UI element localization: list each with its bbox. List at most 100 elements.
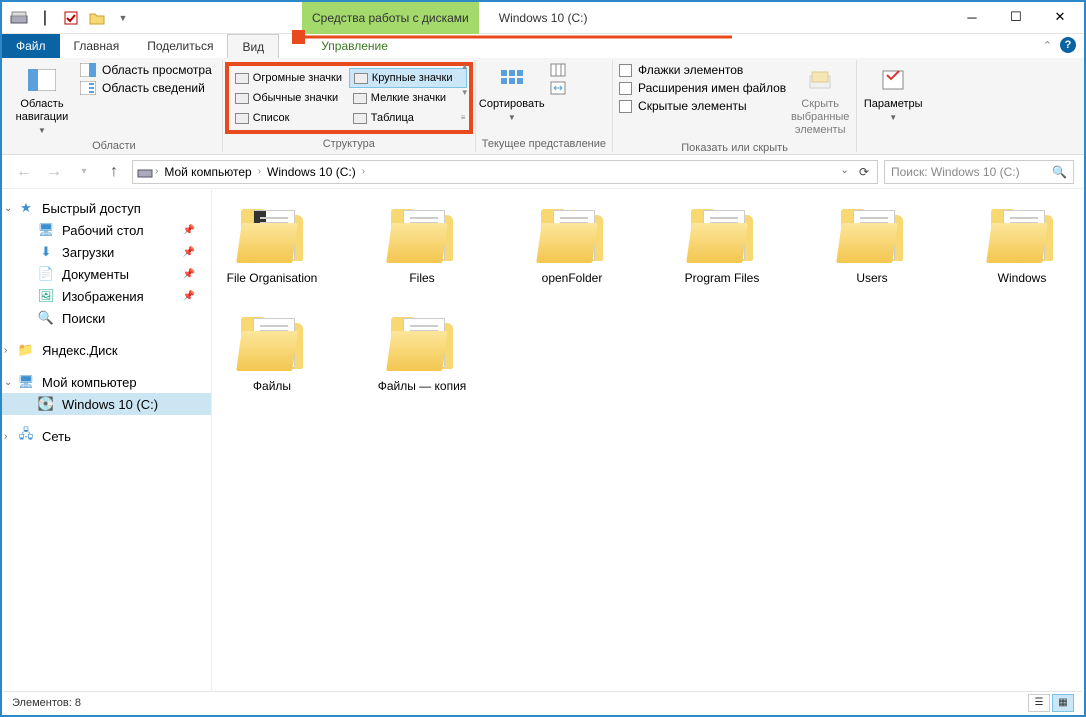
crumb-drive[interactable]: Windows 10 (C:) [263,165,360,179]
details-pane-label: Область сведений [102,81,205,95]
tab-home[interactable]: Главная [60,34,134,58]
layout-scroll-arrows[interactable]: ▲▼≡ [461,62,473,122]
nav-up-button[interactable]: ↑ [102,160,126,184]
folder-item[interactable]: Файлы [222,315,322,393]
search-input[interactable]: Поиск: Windows 10 (C:) 🔍 [884,160,1074,184]
folder-item[interactable]: Program Files [672,207,772,285]
nav-back-button[interactable]: ← [12,160,36,184]
ribbon-group-options-label [863,136,923,152]
refresh-icon[interactable]: ⟳ [855,165,873,179]
preview-pane-icon [80,63,96,77]
expand-icon[interactable]: ⌄ [4,203,12,214]
sidebar-documents[interactable]: 📄Документы📌 [2,263,211,285]
layout-normal-icons[interactable]: Обычные значки [231,88,349,108]
layout-small-icons[interactable]: Мелкие значки [349,88,467,108]
folder-item[interactable]: openFolder [522,207,622,285]
ribbon-group-panes: Область навигации ▼ Область просмотра Об… [6,60,223,152]
checkmark-icon[interactable] [60,7,82,29]
layout-huge-icons[interactable]: Огромные значки [231,68,349,88]
add-columns-button[interactable] [546,62,570,78]
chevron-right-icon[interactable]: › [258,166,261,177]
ribbon-tabs: Файл Главная Поделиться Вид Управление ⌃… [2,34,1084,58]
window-controls: ─ ☐ ✕ [950,2,1082,32]
folder-item[interactable]: File Organisation [222,207,322,285]
chevron-right-icon[interactable]: › [362,166,365,177]
nav-history-button[interactable]: ▾ [72,160,96,184]
search-icon: 🔍 [1052,165,1067,179]
folder-small-icon[interactable] [86,7,108,29]
ribbon-group-current-view-label: Текущее представление [482,136,606,152]
navigation-pane-button[interactable]: Область навигации ▼ [12,62,72,138]
folder-item[interactable]: Files [372,207,472,285]
small-icons-icon [353,93,367,104]
sidebar-desktop[interactable]: 🖥Рабочий стол📌 [2,219,211,241]
sidebar-drive-c[interactable]: 💽Windows 10 (C:) [2,393,211,415]
expand-icon[interactable]: › [4,345,7,356]
normal-icons-icon [235,93,249,104]
sidebar-quick-access[interactable]: ⌄★Быстрый доступ [2,197,211,219]
tab-view[interactable]: Вид [227,34,279,58]
checkbox-item-extensions[interactable]: Расширения имен файлов [619,80,786,96]
minimize-button[interactable]: ─ [950,2,994,32]
ribbon-group-show-hide: Флажки элементов Расширения имен файлов … [613,60,857,152]
chevron-right-icon[interactable]: › [155,166,158,177]
folder-label: Файлы — копия [378,379,467,393]
tab-manage[interactable]: Управление [307,34,402,58]
hide-selected-label: Скрыть выбранные элементы [791,98,849,138]
layout-list[interactable]: Список [231,108,349,128]
sidebar-network[interactable]: ›🖧Сеть [2,425,211,447]
close-button[interactable]: ✕ [1038,2,1082,32]
folder-item[interactable]: Файлы — копия [372,315,472,393]
crumb-my-computer[interactable]: Мой компьютер [160,165,255,179]
drive-icon[interactable] [8,7,30,29]
sidebar-downloads[interactable]: ⬇Загрузки📌 [2,241,211,263]
size-columns-button[interactable] [546,80,570,96]
hide-icon [804,64,836,96]
nav-forward-button[interactable]: → [42,160,66,184]
chevron-down-icon: ▼ [508,113,516,123]
pin-icon: 📌 [183,247,195,258]
statusbar: Элементов: 8 ☰ ▦ [4,691,1082,713]
checkbox-item-flags[interactable]: Флажки элементов [619,62,786,78]
navigation-pane-icon [26,64,58,96]
tab-file[interactable]: Файл [2,34,60,58]
sort-button[interactable]: Сортировать ▼ [482,62,542,125]
status-view-icons[interactable]: ▦ [1052,694,1074,712]
chevron-down-icon: ▼ [38,126,46,136]
folder-label: Files [409,271,434,285]
folder-label: Users [856,271,887,285]
options-button[interactable]: Параметры ▼ [863,62,923,125]
separator: | [34,7,56,29]
layout-large-icons[interactable]: Крупные значки [349,68,467,88]
folder-content[interactable]: File Organisation Files openFolder Progr… [212,189,1084,693]
sidebar-searches[interactable]: 🔍Поиски [2,307,211,329]
status-view-details[interactable]: ☰ [1028,694,1050,712]
expand-icon[interactable]: ⌄ [4,377,12,388]
sidebar-pictures[interactable]: 🖼Изображения📌 [2,285,211,307]
address-dropdown-icon[interactable]: ⌄ [837,165,853,179]
help-icon[interactable]: ? [1060,37,1076,53]
layout-table[interactable]: Таблица [349,108,467,128]
table-icon [353,113,367,124]
huge-icons-icon [235,73,249,84]
folder-item[interactable]: Windows [972,207,1072,285]
details-pane-button[interactable]: Область сведений [76,80,216,96]
collapse-ribbon-icon[interactable]: ⌃ [1043,39,1052,52]
folder-item[interactable]: Users [822,207,922,285]
preview-pane-button[interactable]: Область просмотра [76,62,216,78]
sidebar-my-computer[interactable]: ⌄🖥Мой компьютер [2,371,211,393]
address-bar[interactable]: › Мой компьютер › Windows 10 (C:) › ⌄ ⟳ [132,160,878,184]
checkbox-item-hidden[interactable]: Скрытые элементы [619,98,786,114]
ribbon-group-layout: Огромные значки Крупные значки Обычные з… [223,60,476,152]
expand-icon[interactable]: › [4,431,7,442]
folder-icon [237,315,307,373]
maximize-button[interactable]: ☐ [994,2,1038,32]
qat-dropdown-icon[interactable]: ▼ [112,7,134,29]
quick-access-toolbar: | ▼ [2,7,134,29]
navbar: ← → ▾ ↑ › Мой компьютер › Windows 10 (C:… [2,155,1084,189]
tab-share[interactable]: Поделиться [133,34,227,58]
computer-icon: 🖥 [18,374,34,390]
ribbon-help-area: ⌃ ? [1043,37,1076,53]
size-icon [550,81,566,95]
sidebar-yandex-disk[interactable]: ›📁Яндекс.Диск [2,339,211,361]
